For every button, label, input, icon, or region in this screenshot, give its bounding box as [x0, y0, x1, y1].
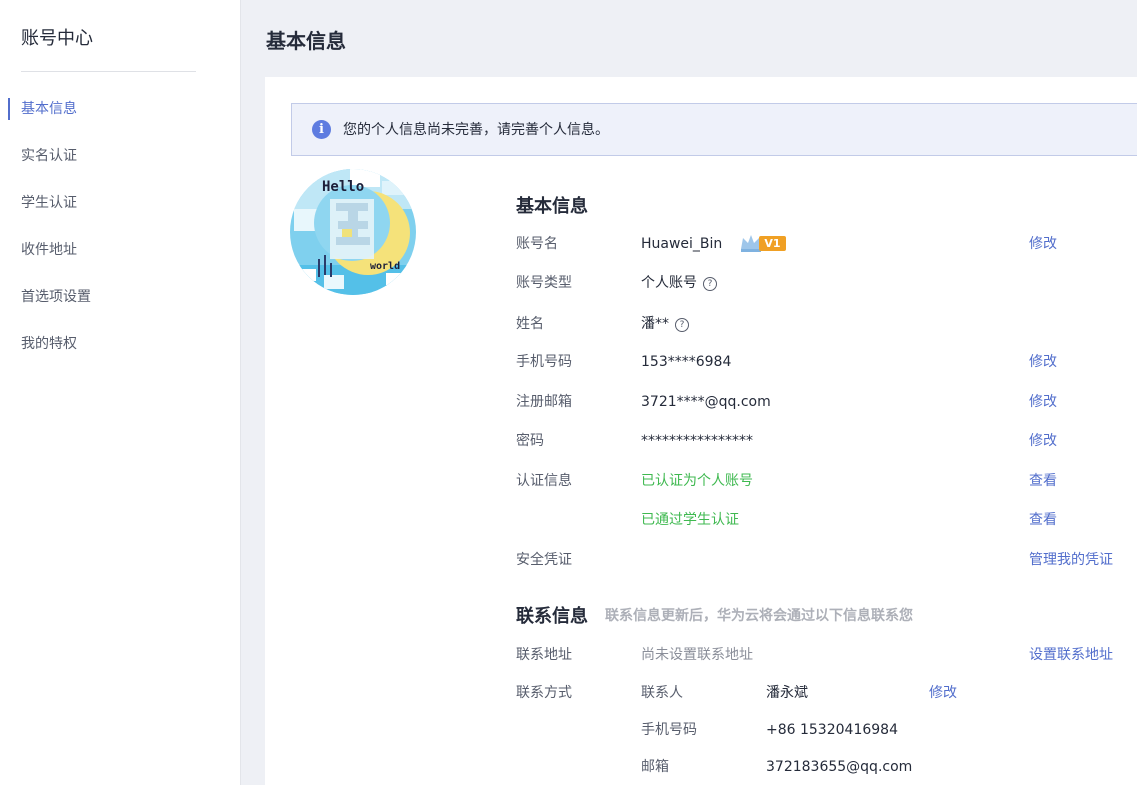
sidebar: 账号中心 基本信息 实名认证 学生认证 收件地址 首选项设置 我的特权 [0, 0, 241, 785]
contact-email-label: 邮箱 [641, 759, 669, 775]
edit-email-link[interactable]: 修改 [1029, 392, 1057, 412]
account-type-label: 账号类型 [516, 275, 572, 291]
sidebar-item-student[interactable]: 学生认证 [0, 191, 240, 215]
set-address-link[interactable]: 设置联系地址 [1029, 645, 1113, 665]
vip-level: V1 [759, 236, 786, 251]
contact-person-label: 联系人 [641, 685, 683, 701]
page-title: 基本信息 [266, 29, 346, 53]
account-type-row: 个人账号? [641, 273, 717, 293]
vip-badge: V1 [739, 233, 789, 253]
manage-credentials-link[interactable]: 管理我的凭证 [1029, 550, 1113, 570]
main-card: i 您的个人信息尚未完善，请完善个人信息。 Hello world 基本信息 账… [265, 77, 1137, 785]
edit-phone-link[interactable]: 修改 [1029, 352, 1057, 372]
edit-password-link[interactable]: 修改 [1029, 431, 1057, 451]
sidebar-item-address[interactable]: 收件地址 [0, 238, 240, 262]
security-label: 安全凭证 [516, 552, 572, 568]
alert-text: 您的个人信息尚未完善，请完善个人信息。 [343, 122, 609, 138]
contact-address-label: 联系地址 [516, 647, 572, 663]
avatar[interactable]: Hello world [290, 169, 416, 295]
view-personal-cert-link[interactable]: 查看 [1029, 471, 1057, 491]
sidebar-title: 账号中心 [21, 28, 93, 49]
avatar-text-hello: Hello [322, 179, 364, 195]
contact-section-subtitle: 联系信息更新后，华为云将会通过以下信息联系您 [605, 608, 913, 624]
view-student-cert-link[interactable]: 查看 [1029, 510, 1057, 530]
cert-student-value: 已通过学生认证 [641, 512, 739, 528]
contact-email-value: 372183655@qq.com [766, 759, 913, 775]
avatar-text-world: world [370, 261, 400, 272]
cert-label: 认证信息 [516, 473, 572, 489]
contact-address-value: 尚未设置联系地址 [641, 647, 753, 663]
cert-personal-value: 已认证为个人账号 [641, 473, 753, 489]
sidebar-item-privileges[interactable]: 我的特权 [0, 332, 240, 356]
info-alert: i 您的个人信息尚未完善，请完善个人信息。 [291, 103, 1137, 156]
email-label: 注册邮箱 [516, 394, 572, 410]
account-type-value: 个人账号 [641, 275, 697, 291]
name-label: 姓名 [516, 316, 544, 332]
email-value: 3721****@qq.com [641, 394, 771, 410]
edit-account-name-link[interactable]: 修改 [1029, 234, 1057, 254]
help-icon[interactable]: ? [703, 277, 717, 291]
sidebar-item-real-name[interactable]: 实名认证 [0, 144, 240, 168]
contact-person-value: 潘永斌 [766, 685, 808, 701]
sidebar-divider [21, 71, 196, 72]
basic-section-title: 基本信息 [516, 196, 588, 217]
name-row: 潘**? [641, 314, 689, 334]
contact-method-label: 联系方式 [516, 685, 572, 701]
password-value: **************** [641, 433, 753, 449]
account-name-value: Huawei_Bin [641, 236, 723, 252]
password-label: 密码 [516, 433, 544, 449]
name-value: 潘** [641, 316, 669, 332]
account-name-label: 账号名 [516, 236, 558, 252]
help-icon[interactable]: ? [675, 318, 689, 332]
sidebar-item-preferences[interactable]: 首选项设置 [0, 285, 240, 309]
phone-label: 手机号码 [516, 354, 572, 370]
edit-contact-link[interactable]: 修改 [929, 683, 957, 703]
contact-phone-value: +86 15320416984 [766, 722, 898, 738]
contact-phone-label: 手机号码 [641, 722, 697, 738]
sidebar-item-basic-info[interactable]: 基本信息 [0, 97, 240, 121]
info-icon: i [312, 120, 331, 139]
phone-value: 153****6984 [641, 354, 732, 370]
contact-section-title: 联系信息 [516, 606, 588, 627]
